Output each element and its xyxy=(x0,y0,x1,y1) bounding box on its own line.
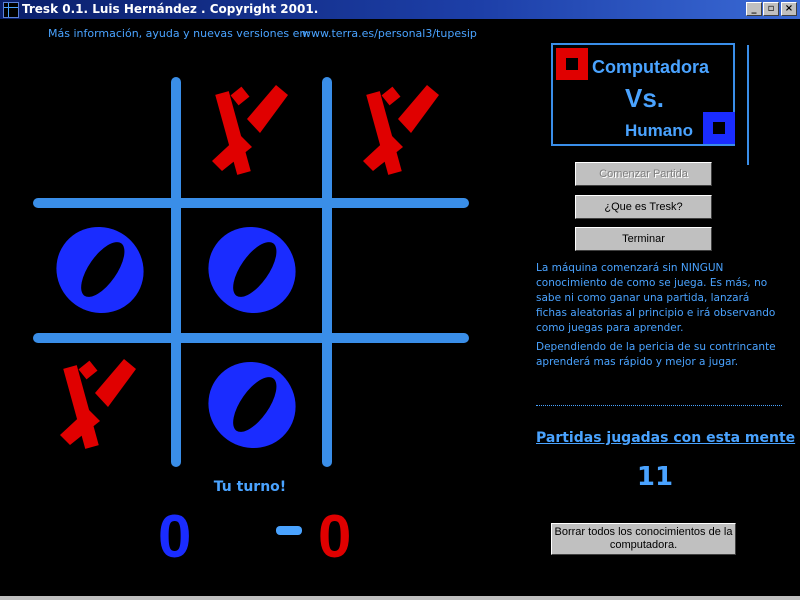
board-cell[interactable] xyxy=(186,210,318,330)
score-separator xyxy=(276,526,302,535)
cell-hit-area xyxy=(34,345,166,465)
x-stroke xyxy=(78,360,98,380)
board-marks xyxy=(34,71,469,465)
panel-divider-line xyxy=(747,45,749,165)
vs-label: Vs. xyxy=(625,83,665,113)
close-icon: × xyxy=(784,3,794,14)
maximize-button[interactable]: ▫ xyxy=(763,2,779,16)
close-button[interactable]: × xyxy=(781,2,797,16)
board-cell[interactable] xyxy=(337,345,469,465)
board-cell[interactable] xyxy=(186,71,318,191)
human-score: 0 xyxy=(158,503,192,570)
players-panel: Computadora Vs. Humano xyxy=(551,43,749,165)
divider xyxy=(536,405,782,406)
what-is-tresk-button[interactable]: ¿Que es Tresk? xyxy=(575,195,712,219)
x-stroke xyxy=(230,86,250,106)
erase-knowledge-button[interactable]: Borrar todos los conocimientos de la com… xyxy=(551,523,736,555)
game-board xyxy=(33,71,469,467)
cell-hit-area xyxy=(337,345,469,465)
description-text-2: Dependiendo de la pericia de su contrinc… xyxy=(536,341,776,368)
computer-color-icon xyxy=(556,48,588,80)
board-cell[interactable] xyxy=(186,345,318,465)
board-cell[interactable] xyxy=(34,345,166,465)
cell-hit-area xyxy=(337,210,469,330)
cell-hit-area xyxy=(34,71,166,191)
board-cell[interactable] xyxy=(34,210,166,330)
bottom-border xyxy=(0,596,800,600)
minimize-button[interactable]: _ xyxy=(746,2,762,16)
board-cell[interactable] xyxy=(337,210,469,330)
human-label: Humano xyxy=(625,121,693,140)
start-game-button[interactable]: Comenzar Partida xyxy=(575,162,712,186)
human-color-icon xyxy=(703,112,735,144)
minimize-icon: _ xyxy=(751,3,757,14)
board-cell[interactable] xyxy=(34,71,166,191)
description-text-1: La máquina comenzará sin NINGUN conocimi… xyxy=(536,262,776,334)
x-stroke xyxy=(381,86,401,106)
quit-button[interactable]: Terminar xyxy=(575,227,712,251)
games-played-count: 11 xyxy=(636,462,674,492)
cell-hit-area xyxy=(186,71,318,191)
maximize-icon: ▫ xyxy=(767,3,775,14)
board-cell[interactable] xyxy=(337,71,469,191)
cell-hit-area xyxy=(337,71,469,191)
computer-score: 0 xyxy=(318,503,352,570)
computer-label: Computadora xyxy=(592,57,709,77)
games-played-label: Partidas jugadas con esta mente xyxy=(536,430,796,446)
turn-indicator: Tu turno! xyxy=(213,479,287,495)
